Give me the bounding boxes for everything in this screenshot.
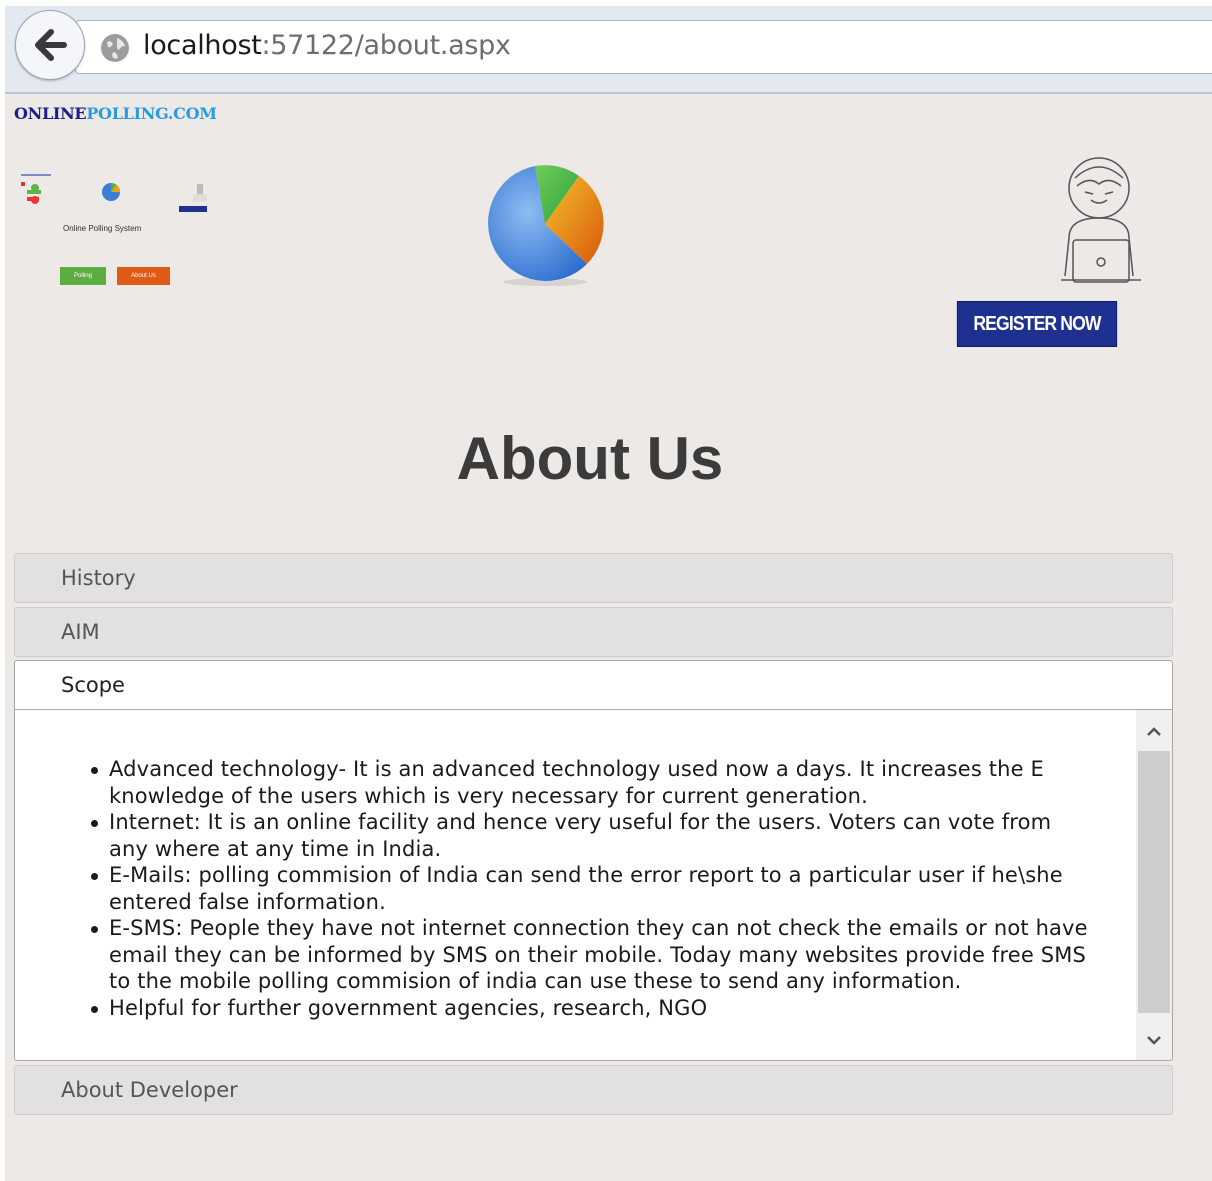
url-path: :57122/about.aspx — [261, 30, 512, 61]
logo-part-polling: POLLING.COM — [86, 104, 217, 123]
globe-icon — [101, 34, 129, 62]
vertical-scrollbar[interactable] — [1136, 710, 1172, 1060]
accordion-header-scope[interactable]: Scope — [14, 660, 1173, 710]
list-item: E-Mails: polling commision of India can … — [85, 862, 1095, 915]
thumbnail-about-button: About Us — [117, 267, 170, 285]
list-item: Internet: It is an online facility and h… — [85, 809, 1095, 862]
chevron-up-icon[interactable] — [1144, 722, 1164, 742]
user-with-laptop-illustration — [1061, 157, 1141, 283]
site-logo[interactable]: ONLINEPOLLING.COM — [14, 104, 217, 123]
back-arrow-icon — [35, 29, 67, 61]
accordion-header-label: About Developer — [61, 1078, 238, 1102]
thumbnail-caption: Online Polling System — [63, 224, 142, 233]
pie-chart-icon — [488, 165, 604, 286]
scope-list: Advanced technology- It is an advanced t… — [85, 756, 1095, 1021]
thumbnail-polling-button: Polling — [60, 267, 106, 285]
list-item: Helpful for further government agencies,… — [85, 995, 1095, 1022]
browser-window: localhost:57122/about.aspx ONLINEPOLLING… — [5, 6, 1212, 1181]
chevron-down-icon[interactable] — [1144, 1030, 1164, 1050]
url-host: localhost — [143, 30, 262, 61]
url-text[interactable]: localhost:57122/about.aspx — [143, 30, 511, 61]
accordion-header-about-developer[interactable]: About Developer — [14, 1065, 1173, 1115]
accordion-header-aim[interactable]: AIM — [14, 607, 1173, 657]
accordion-panel-scope[interactable]: Advanced technology- It is an advanced t… — [14, 710, 1173, 1061]
accordion-header-label: History — [61, 566, 136, 590]
accordion-header-history[interactable]: History — [14, 553, 1173, 603]
register-now-button[interactable]: REGISTER NOW — [956, 301, 1118, 347]
back-button[interactable] — [15, 10, 85, 80]
page-title: About Us — [456, 425, 724, 492]
list-item: Advanced technology- It is an advanced t… — [85, 756, 1095, 809]
accordion-header-label: AIM — [61, 620, 100, 644]
list-item: E-SMS: People they have not internet con… — [85, 915, 1095, 995]
logo-part-online: ONLINE — [14, 104, 87, 123]
accordion-header-label: Scope — [61, 673, 125, 697]
browser-toolbar: localhost:57122/about.aspx — [5, 6, 1212, 94]
scrollbar-thumb[interactable] — [1138, 751, 1170, 1013]
